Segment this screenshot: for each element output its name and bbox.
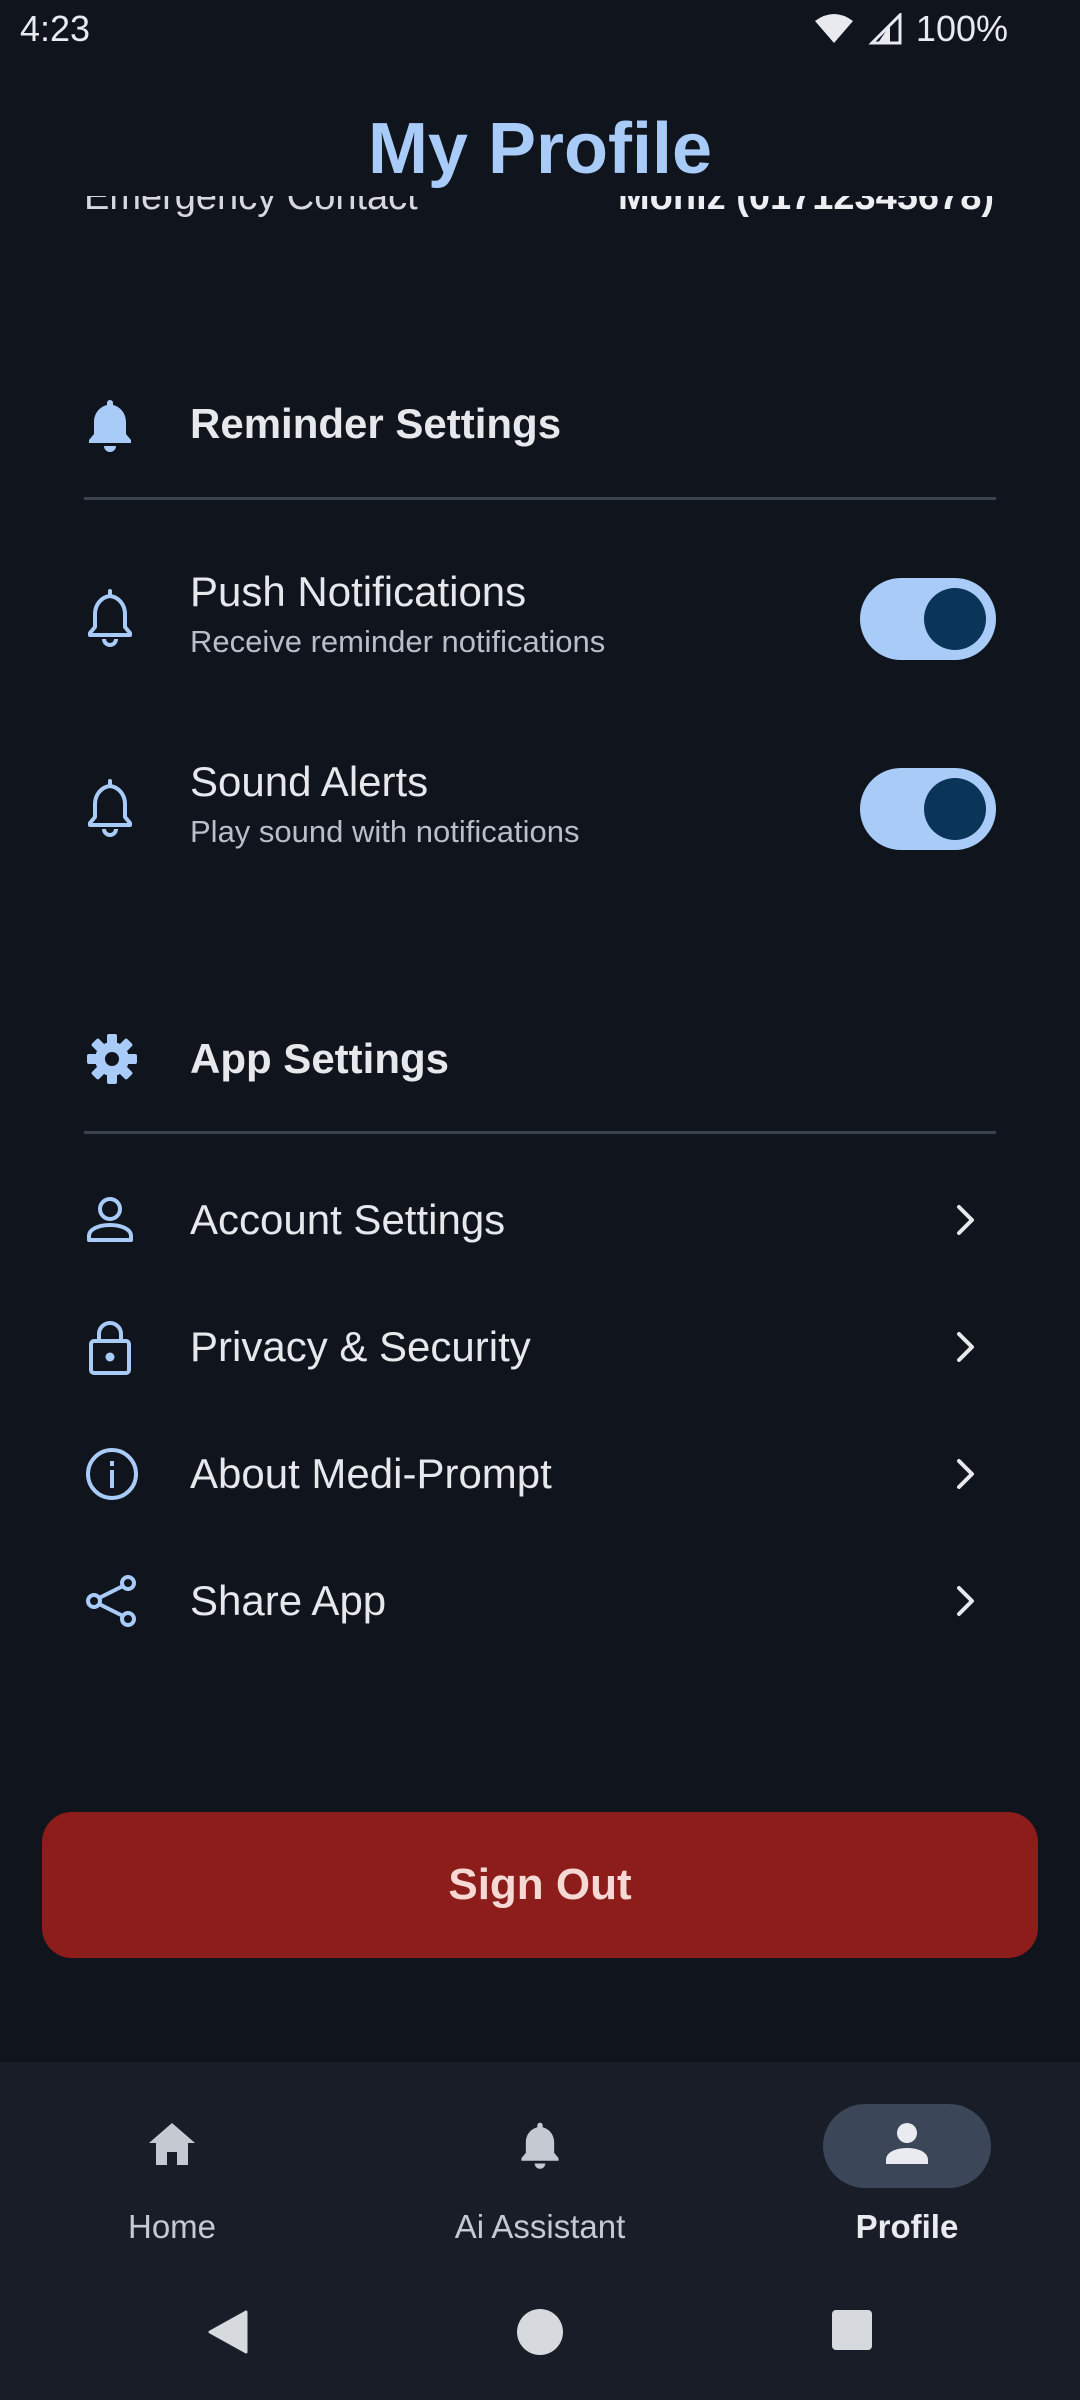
sound-alerts-toggle[interactable] bbox=[860, 768, 996, 850]
battery-label: 100% bbox=[915, 8, 1008, 49]
share-app-label: Share App bbox=[190, 1577, 387, 1624]
tab-home-label: Home bbox=[127, 2208, 217, 2245]
recents-icon[interactable] bbox=[830, 2308, 874, 2357]
home-button-icon[interactable] bbox=[516, 2308, 564, 2361]
chevron-right-icon bbox=[946, 1581, 986, 1621]
status-icons: 100% bbox=[814, 8, 1008, 50]
section-title: App Settings bbox=[190, 1035, 449, 1082]
status-time: 4:23 bbox=[20, 8, 91, 49]
app-settings-header: App Settings bbox=[84, 1029, 996, 1089]
person-icon bbox=[883, 2120, 931, 2173]
reminder-settings-header: Reminder Settings bbox=[84, 394, 996, 454]
bottom-navigation: Home Ai Assistant Profile bbox=[0, 2062, 1080, 2262]
bell-outline-icon bbox=[84, 588, 144, 648]
divider bbox=[84, 497, 996, 500]
home-icon bbox=[145, 2119, 199, 2174]
divider bbox=[84, 1131, 996, 1134]
gear-icon bbox=[84, 1029, 144, 1089]
push-notifications-toggle[interactable] bbox=[860, 578, 996, 660]
tab-profile-label: Profile bbox=[855, 2208, 959, 2245]
back-icon[interactable] bbox=[206, 2308, 250, 2361]
tab-ai-assistant-indicator bbox=[456, 2104, 624, 2188]
signal-icon bbox=[868, 13, 902, 45]
system-navigation-bar bbox=[0, 2262, 1080, 2400]
tab-ai-assistant-label: Ai Assistant bbox=[454, 2208, 626, 2245]
sound-alerts-title: Sound Alerts bbox=[190, 758, 429, 805]
bell-outline-icon bbox=[84, 778, 144, 838]
sign-out-button[interactable]: Sign Out bbox=[42, 1812, 1038, 1958]
push-notifications-row[interactable]: Push Notifications Receive reminder noti… bbox=[84, 558, 996, 678]
lock-icon bbox=[84, 1317, 144, 1377]
chevron-right-icon bbox=[946, 1327, 986, 1367]
share-app-row[interactable]: Share App bbox=[84, 1551, 996, 1651]
privacy-security-row[interactable]: Privacy & Security bbox=[84, 1297, 996, 1397]
info-icon bbox=[84, 1444, 144, 1504]
tab-home[interactable]: Home bbox=[52, 2092, 292, 2245]
page-title: My Profile bbox=[367, 109, 713, 189]
account-settings-row[interactable]: Account Settings bbox=[84, 1170, 996, 1270]
sound-alerts-row[interactable]: Sound Alerts Play sound with notificatio… bbox=[84, 748, 996, 868]
emergency-contact-value: Moniz (01712345678) bbox=[618, 196, 994, 218]
emergency-contact-label: Emergency Contact bbox=[84, 196, 418, 218]
sound-alerts-subtitle: Play sound with notifications bbox=[190, 814, 580, 849]
chevron-right-icon bbox=[946, 1454, 986, 1494]
toggle-knob bbox=[924, 588, 986, 650]
share-icon bbox=[84, 1571, 144, 1631]
push-notifications-subtitle: Receive reminder notifications bbox=[190, 624, 606, 659]
bell-icon bbox=[517, 2117, 563, 2176]
bell-filled-icon bbox=[84, 394, 144, 454]
tab-home-indicator bbox=[88, 2104, 256, 2188]
emergency-contact-row: Emergency Contact Moniz (01712345678) bbox=[84, 196, 994, 256]
privacy-security-label: Privacy & Security bbox=[190, 1323, 531, 1370]
toggle-knob bbox=[924, 778, 986, 840]
section-title: Reminder Settings bbox=[190, 400, 562, 447]
wifi-icon bbox=[814, 13, 854, 45]
account-settings-label: Account Settings bbox=[190, 1196, 506, 1243]
person-icon bbox=[84, 1190, 144, 1250]
tab-profile-indicator bbox=[823, 2104, 991, 2188]
tab-ai-assistant[interactable]: Ai Assistant bbox=[420, 2092, 660, 2245]
about-row[interactable]: About Medi-Prompt bbox=[84, 1424, 996, 1524]
chevron-right-icon bbox=[946, 1200, 986, 1240]
tab-profile[interactable]: Profile bbox=[787, 2092, 1027, 2245]
about-label: About Medi-Prompt bbox=[190, 1450, 552, 1497]
push-notifications-title: Push Notifications bbox=[190, 568, 527, 615]
